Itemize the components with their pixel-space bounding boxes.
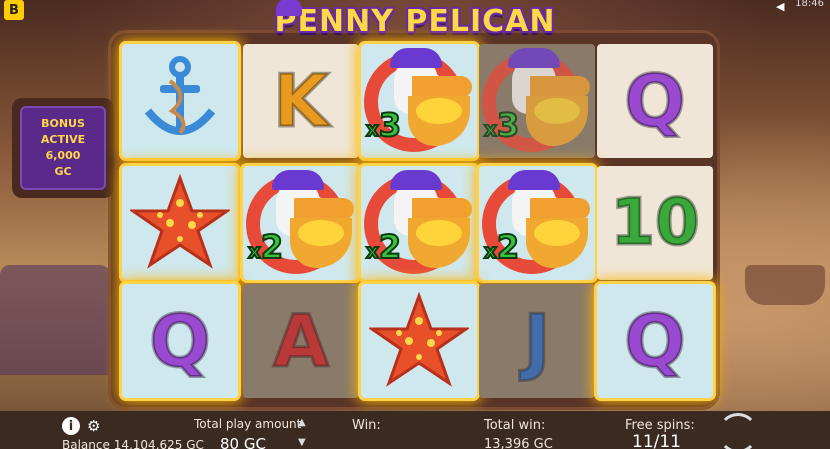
anchor-icon bbox=[144, 56, 216, 135]
multiplier-label: x2 bbox=[247, 227, 284, 267]
game-title: PENNY PELICAN bbox=[274, 3, 556, 39]
symbol-q: Q bbox=[623, 298, 687, 385]
symbol-a: A bbox=[272, 298, 331, 385]
bonus-line-1: BONUS bbox=[41, 117, 85, 130]
symbol-10: 10 bbox=[609, 185, 701, 262]
symbol-q: Q bbox=[148, 298, 212, 385]
reel-cell: x3 bbox=[479, 44, 595, 158]
starfish-icon bbox=[369, 291, 469, 387]
reel-cell: Q bbox=[122, 284, 238, 398]
total-win-label: Total win: bbox=[484, 418, 546, 433]
reel-cell: Q bbox=[597, 284, 713, 398]
total-play-value: 80 GC bbox=[220, 435, 266, 449]
multiplier-label: x2 bbox=[365, 227, 402, 267]
bet-increase-button[interactable]: ▲ bbox=[298, 417, 306, 428]
reel-cell: Q bbox=[597, 44, 713, 158]
reel-cell bbox=[361, 284, 477, 398]
info-icon[interactable]: i bbox=[62, 417, 80, 435]
background-house bbox=[0, 265, 110, 375]
reel-cell: 10 bbox=[597, 166, 713, 280]
reel-cell: J bbox=[479, 284, 595, 398]
brand-badge[interactable]: B bbox=[4, 0, 24, 20]
clock: 18:46 bbox=[795, 0, 824, 9]
win-label: Win: bbox=[352, 418, 381, 433]
bet-decrease-button[interactable]: ▼ bbox=[298, 437, 306, 448]
pelican-symbol: x3 bbox=[364, 46, 474, 156]
reel-cell: x2 bbox=[361, 166, 477, 280]
symbol-k: K bbox=[272, 58, 331, 145]
spin-button[interactable] bbox=[718, 413, 758, 449]
reel-cell: A bbox=[243, 284, 359, 398]
bonus-badge: BONUS ACTIVE 6,000 GC bbox=[20, 106, 106, 190]
multiplier-label: x3 bbox=[483, 105, 520, 145]
multiplier-label: x2 bbox=[483, 227, 520, 267]
logo-hat-icon bbox=[276, 0, 302, 16]
pelican-symbol: x3 bbox=[482, 46, 592, 156]
reel-cell: x2 bbox=[243, 166, 359, 280]
gear-icon[interactable]: ⚙ bbox=[87, 417, 100, 435]
reel-cell bbox=[122, 166, 238, 280]
symbol-j: J bbox=[522, 298, 552, 385]
balance-label: Balance 14,104,625 GC bbox=[62, 438, 204, 449]
reel-cell bbox=[122, 44, 238, 158]
reel-cell: K bbox=[243, 44, 359, 158]
multiplier-label: x3 bbox=[365, 105, 402, 145]
bonus-line-2: ACTIVE bbox=[40, 133, 86, 146]
total-win-value: 13,396 GC bbox=[484, 437, 553, 449]
bonus-currency: GC bbox=[54, 165, 72, 178]
reel-cell: x2 bbox=[479, 166, 595, 280]
free-spins-label: Free spins: bbox=[625, 418, 695, 433]
pelican-symbol: x2 bbox=[364, 168, 474, 278]
bonus-amount: 6,000 bbox=[45, 149, 81, 162]
reel-cell: x3 bbox=[361, 44, 477, 158]
starfish-icon bbox=[130, 173, 230, 269]
pelican-symbol: x2 bbox=[482, 168, 592, 278]
bonus-panel: BONUS ACTIVE 6,000 GC bbox=[12, 98, 114, 198]
balance-value: 14,104,625 GC bbox=[113, 438, 204, 449]
total-play-label: Total play amount bbox=[194, 417, 302, 431]
symbol-q: Q bbox=[623, 58, 687, 145]
pelican-symbol: x2 bbox=[246, 168, 356, 278]
background-boat bbox=[745, 265, 825, 305]
free-spins-value: 11/11 bbox=[632, 432, 681, 449]
game-logo: PENNY PELICAN bbox=[270, 0, 560, 42]
sound-icon[interactable]: ◀ bbox=[776, 0, 790, 13]
